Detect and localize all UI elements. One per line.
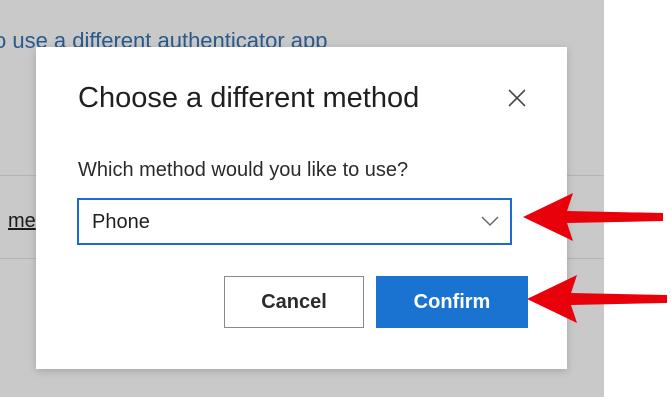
close-icon [508, 89, 526, 107]
screenshot-stage: o use a different authenticator app me C… [0, 0, 671, 397]
method-select[interactable]: Phone [77, 198, 512, 245]
arrow-pointing-to-method-select [523, 193, 663, 241]
confirm-button[interactable]: Confirm [376, 276, 528, 328]
choose-method-dialog: Choose a different method Which method w… [36, 47, 567, 369]
background-link-fragment: me [8, 210, 36, 232]
cancel-button[interactable]: Cancel [224, 276, 364, 328]
dialog-title: Choose a different method [78, 82, 420, 114]
method-prompt-label: Which method would you like to use? [78, 159, 409, 181]
close-button[interactable] [502, 83, 532, 113]
arrow-pointing-to-confirm-button [527, 275, 667, 323]
chevron-down-icon [481, 216, 499, 227]
method-select-value: Phone [92, 211, 150, 233]
